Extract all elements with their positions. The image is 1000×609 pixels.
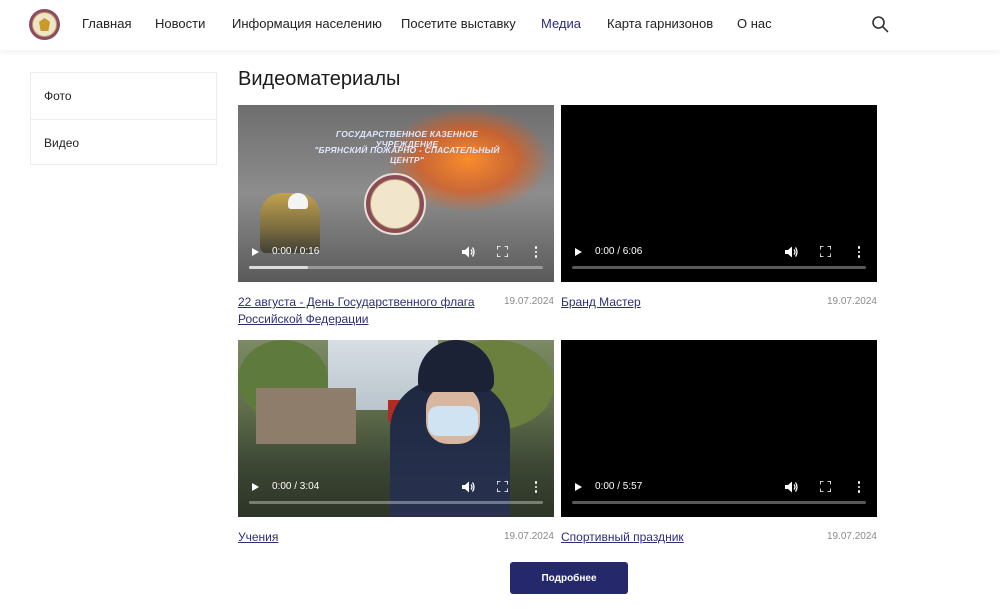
emblem-inner bbox=[32, 12, 57, 37]
play-icon[interactable] bbox=[252, 248, 259, 256]
more-button[interactable]: Подробнее bbox=[510, 562, 628, 594]
video-title-link[interactable]: Учения bbox=[238, 529, 478, 546]
emblem-core bbox=[39, 18, 50, 31]
video-card: ГОСУДАРСТВЕННОЕ КАЗЕННОЕ УЧРЕЖДЕНИЕ "БРЯ… bbox=[238, 105, 554, 328]
controls-row: 0:00 / 3:04 bbox=[238, 480, 554, 496]
volume-icon[interactable] bbox=[785, 481, 798, 493]
video-date: 19.07.2024 bbox=[826, 531, 877, 542]
video-card: 0:00 / 6:06 Бранд Мастер 19.07.2024 bbox=[561, 105, 877, 328]
dot bbox=[534, 255, 538, 258]
progress-bar[interactable] bbox=[249, 266, 543, 269]
building-shape bbox=[256, 388, 356, 444]
dot bbox=[534, 250, 538, 253]
more-options-icon[interactable] bbox=[857, 481, 861, 493]
play-icon[interactable] bbox=[575, 248, 582, 256]
more-options-icon[interactable] bbox=[534, 246, 538, 258]
more-options-icon[interactable] bbox=[534, 481, 538, 493]
video-date: 19.07.2024 bbox=[826, 296, 877, 307]
video-time: 0:00 / 0:16 bbox=[272, 246, 320, 257]
dot bbox=[857, 481, 861, 484]
volume-icon[interactable] bbox=[785, 246, 798, 258]
site-header: Главная Новости Информация населению Пос… bbox=[0, 0, 1000, 50]
video-title-link[interactable]: Спортивный праздник bbox=[561, 529, 801, 546]
sidebar-item-video[interactable]: Видео bbox=[31, 119, 216, 165]
video-time: 0:00 / 5:57 bbox=[595, 481, 643, 492]
dot bbox=[857, 490, 861, 493]
dot bbox=[534, 481, 538, 484]
video-time: 0:00 / 6:06 bbox=[595, 246, 643, 257]
video-card: 0:00 / 3:04 Учения 19.07.2024 bbox=[238, 340, 554, 563]
video-controls: 0:00 / 0:16 bbox=[238, 242, 554, 282]
video-controls: 0:00 / 5:57 bbox=[561, 477, 877, 517]
nav-item-garrison-map[interactable]: Карта гарнизонов bbox=[607, 16, 713, 31]
video-caption: Спортивный праздник 19.07.2024 bbox=[561, 529, 877, 563]
video-time: 0:00 / 3:04 bbox=[272, 481, 320, 492]
video-card: 0:00 / 5:57 Спортивный праздник 19.07.20… bbox=[561, 340, 877, 563]
video-player[interactable]: 0:00 / 3:04 bbox=[238, 340, 554, 517]
video-player[interactable]: 0:00 / 5:57 bbox=[561, 340, 877, 517]
media-sidebar: Фото Видео bbox=[30, 72, 217, 165]
volume-icon[interactable] bbox=[462, 481, 475, 493]
dot bbox=[534, 490, 538, 493]
video-player[interactable]: 0:00 / 6:06 bbox=[561, 105, 877, 282]
video-title-link[interactable]: Бранд Мастер bbox=[561, 294, 801, 311]
search-icon[interactable] bbox=[871, 15, 889, 33]
dot bbox=[857, 255, 861, 258]
controls-row: 0:00 / 6:06 bbox=[561, 245, 877, 261]
emblem-seal bbox=[364, 173, 426, 235]
nav-item-about[interactable]: О нас bbox=[737, 16, 772, 31]
progress-fill bbox=[249, 266, 308, 269]
fullscreen-icon[interactable] bbox=[820, 246, 831, 257]
dot bbox=[534, 246, 538, 249]
play-icon[interactable] bbox=[575, 483, 582, 491]
nav-item-exhibition[interactable]: Посетите выставку bbox=[401, 16, 516, 31]
nav-item-home[interactable]: Главная bbox=[82, 16, 131, 31]
fullscreen-icon[interactable] bbox=[497, 481, 508, 492]
more-options-icon[interactable] bbox=[857, 246, 861, 258]
controls-row: 0:00 / 5:57 bbox=[561, 480, 877, 496]
play-icon[interactable] bbox=[252, 483, 259, 491]
video-date: 19.07.2024 bbox=[503, 296, 554, 307]
sidebar-item-photo[interactable]: Фото bbox=[31, 73, 216, 119]
video-controls: 0:00 / 6:06 bbox=[561, 242, 877, 282]
page-title: Видеоматериалы bbox=[238, 68, 401, 90]
fullscreen-icon[interactable] bbox=[497, 246, 508, 257]
nav-item-news[interactable]: Новости bbox=[155, 16, 205, 31]
progress-bar[interactable] bbox=[249, 501, 543, 504]
helmet-shape bbox=[288, 193, 308, 209]
fullscreen-icon[interactable] bbox=[820, 481, 831, 492]
volume-icon[interactable] bbox=[462, 246, 475, 258]
progress-bar[interactable] bbox=[572, 501, 866, 504]
video-title-link[interactable]: 22 августа - День Государственного флага… bbox=[238, 294, 478, 328]
nav-item-media[interactable]: Медиа bbox=[541, 16, 581, 31]
thumbnail-banner-line: "БРЯНСКИЙ ПОЖАРНО - СПАСАТЕЛЬНЫЙ ЦЕНТР" bbox=[314, 145, 500, 165]
video-caption: 22 августа - День Государственного флага… bbox=[238, 294, 554, 328]
dot bbox=[857, 250, 861, 253]
emblem-logo[interactable] bbox=[29, 9, 60, 40]
dot bbox=[534, 485, 538, 488]
progress-bar[interactable] bbox=[572, 266, 866, 269]
nav-item-info[interactable]: Информация населению bbox=[232, 16, 382, 31]
dot bbox=[857, 485, 861, 488]
video-caption: Бранд Мастер 19.07.2024 bbox=[561, 294, 877, 328]
video-caption: Учения 19.07.2024 bbox=[238, 529, 554, 563]
controls-row: 0:00 / 0:16 bbox=[238, 245, 554, 261]
video-player[interactable]: ГОСУДАРСТВЕННОЕ КАЗЕННОЕ УЧРЕЖДЕНИЕ "БРЯ… bbox=[238, 105, 554, 282]
face-mask bbox=[428, 406, 478, 436]
video-date: 19.07.2024 bbox=[503, 531, 554, 542]
video-controls: 0:00 / 3:04 bbox=[238, 477, 554, 517]
dot bbox=[857, 246, 861, 249]
